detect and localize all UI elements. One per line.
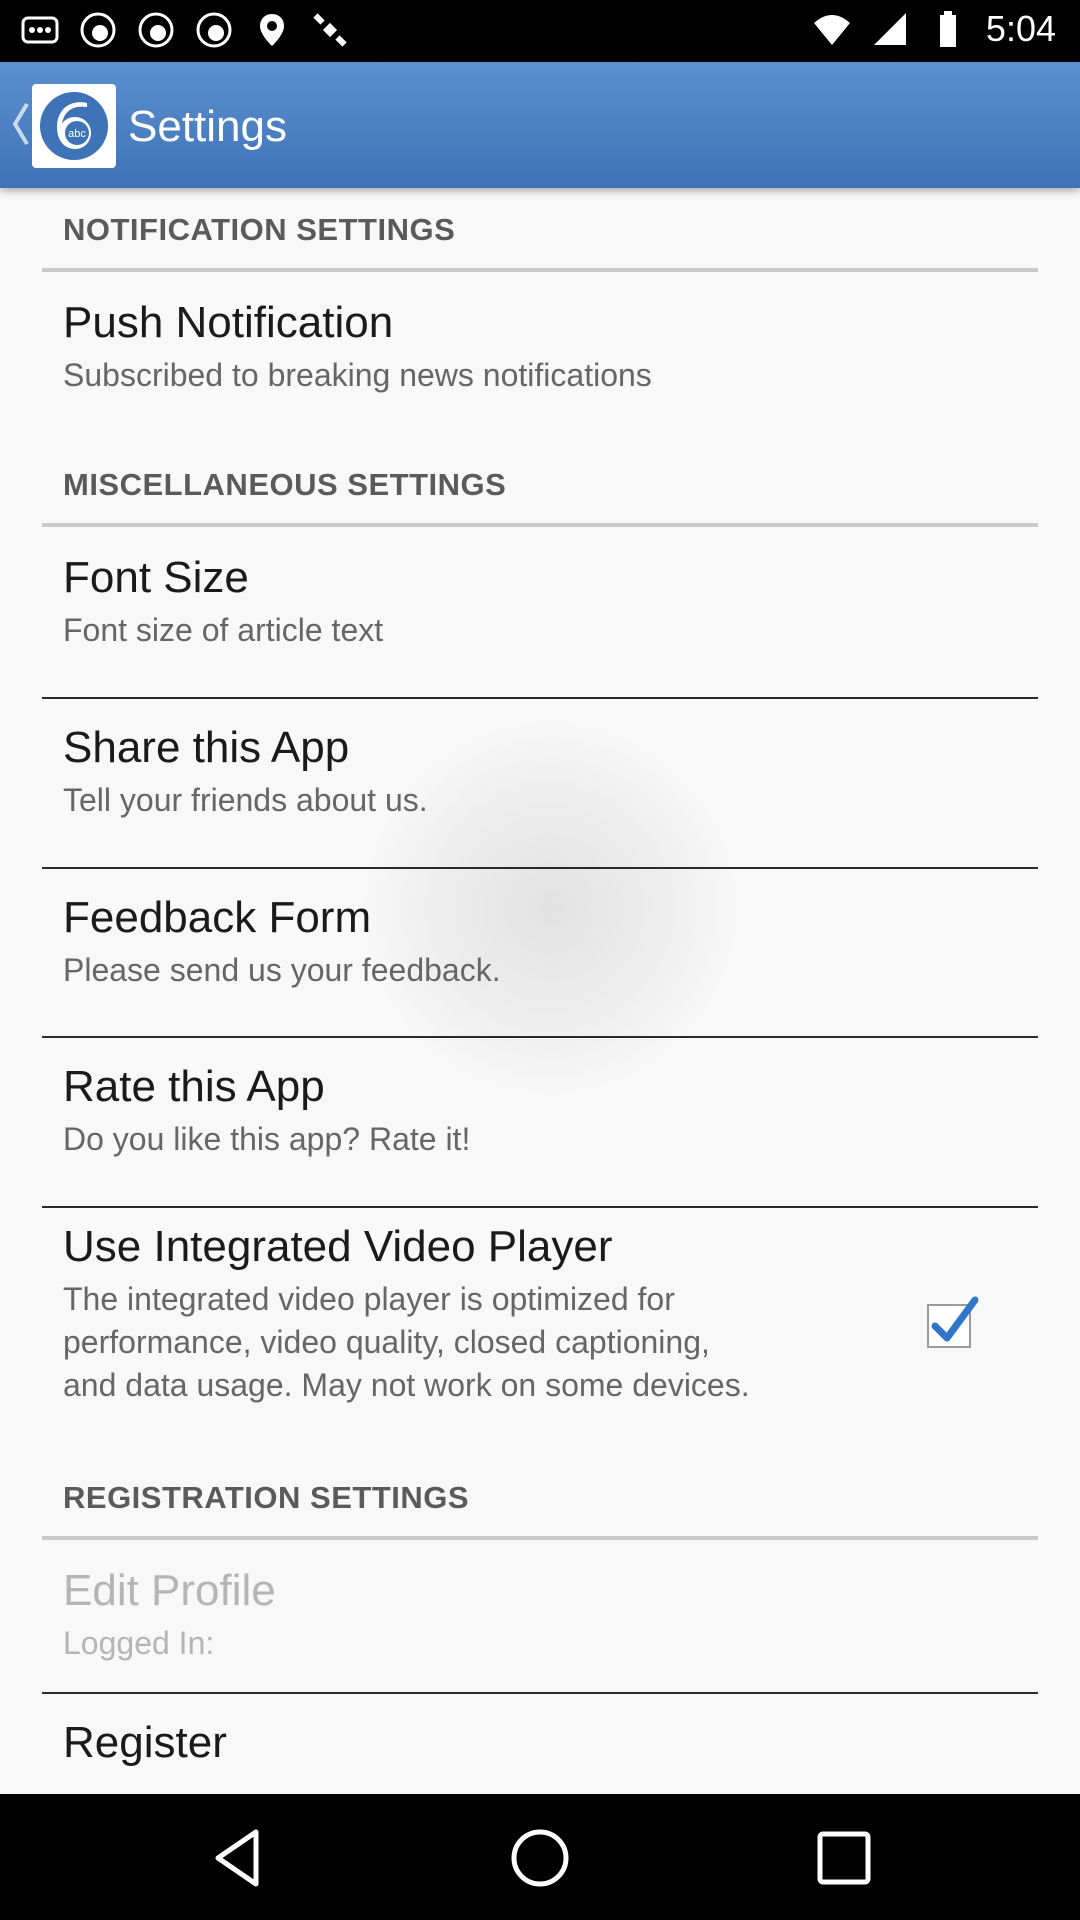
svg-text:abc: abc bbox=[68, 128, 86, 140]
section-header-registration: REGISTRATION SETTINGS bbox=[63, 1480, 470, 1515]
checkmark-icon bbox=[931, 1296, 979, 1342]
item-subtitle: Subscribed to breaking news notification… bbox=[63, 357, 652, 393]
abc-news-icon bbox=[136, 10, 176, 50]
item-title: Feedback Form bbox=[63, 893, 372, 942]
system-navigation-bar bbox=[0, 1794, 1080, 1920]
item-title: Share this App bbox=[63, 723, 350, 772]
font-size-item[interactable]: Font Size Font size of article text bbox=[0, 527, 1080, 685]
push-notification-item[interactable]: Push Notification Subscribed to breaking… bbox=[0, 272, 1080, 428]
item-subtitle-line: performance, video quality, closed capti… bbox=[63, 1324, 710, 1360]
item-subtitle: Please send us your feedback. bbox=[63, 952, 501, 988]
app-logo: abc bbox=[32, 84, 116, 168]
item-subtitle-line: The integrated video player is optimized… bbox=[63, 1281, 675, 1317]
feedback-form-item[interactable]: Feedback Form Please send us your feedba… bbox=[0, 869, 1080, 1025]
settings-list[interactable]: NOTIFICATION SETTINGS Push Notification … bbox=[0, 188, 1080, 1794]
item-title: Push Notification bbox=[63, 298, 394, 347]
page-title: Settings bbox=[128, 102, 287, 151]
item-title: Register bbox=[63, 1718, 227, 1767]
section-header-notification: NOTIFICATION SETTINGS bbox=[63, 212, 456, 247]
item-title: Use Integrated Video Player bbox=[63, 1222, 613, 1271]
item-title: Edit Profile bbox=[63, 1566, 276, 1615]
item-subtitle: Tell your friends about us. bbox=[63, 782, 428, 818]
integrated-video-player-item[interactable]: Use Integrated Video Player The integrat… bbox=[0, 1208, 1080, 1438]
recents-icon[interactable] bbox=[808, 1822, 880, 1894]
rate-app-item[interactable]: Rate this App Do you like this app? Rate… bbox=[0, 1038, 1080, 1195]
item-title: Rate this App bbox=[63, 1062, 325, 1111]
back-icon[interactable] bbox=[204, 1822, 276, 1894]
fake-gps-icon bbox=[252, 10, 292, 50]
abc-news-icon bbox=[194, 10, 234, 50]
section-header-miscellaneous: MISCELLANEOUS SETTINGS bbox=[63, 467, 507, 502]
up-navigation[interactable]: abc Settings bbox=[0, 62, 300, 188]
item-subtitle-line: and data usage. May not work on some dev… bbox=[63, 1367, 750, 1403]
item-subtitle: Font size of article text bbox=[63, 612, 384, 648]
battery-icon bbox=[928, 9, 968, 49]
item-subtitle: Logged In: bbox=[63, 1625, 215, 1661]
item-subtitle: Do you like this app? Rate it! bbox=[63, 1121, 471, 1157]
status-bar: 5:04 bbox=[0, 0, 1080, 62]
notification-dots-icon bbox=[20, 10, 60, 50]
abc-news-icon bbox=[78, 10, 118, 50]
wifi-icon bbox=[812, 9, 852, 49]
app-bar: abc Settings bbox=[0, 62, 1080, 188]
signal-icon bbox=[870, 9, 910, 49]
register-item[interactable]: Register bbox=[0, 1694, 1080, 1794]
share-app-item[interactable]: Share this App Tell your friends about u… bbox=[0, 699, 1080, 856]
chevron-left-icon bbox=[12, 102, 29, 146]
video-player-checkbox[interactable] bbox=[927, 1296, 979, 1348]
home-icon[interactable] bbox=[504, 1822, 576, 1894]
edit-profile-item: Edit Profile Logged In: bbox=[0, 1540, 1080, 1700]
item-title: Font Size bbox=[63, 553, 249, 602]
satellite-icon bbox=[310, 10, 350, 50]
clock: 5:04 bbox=[985, 8, 1056, 49]
